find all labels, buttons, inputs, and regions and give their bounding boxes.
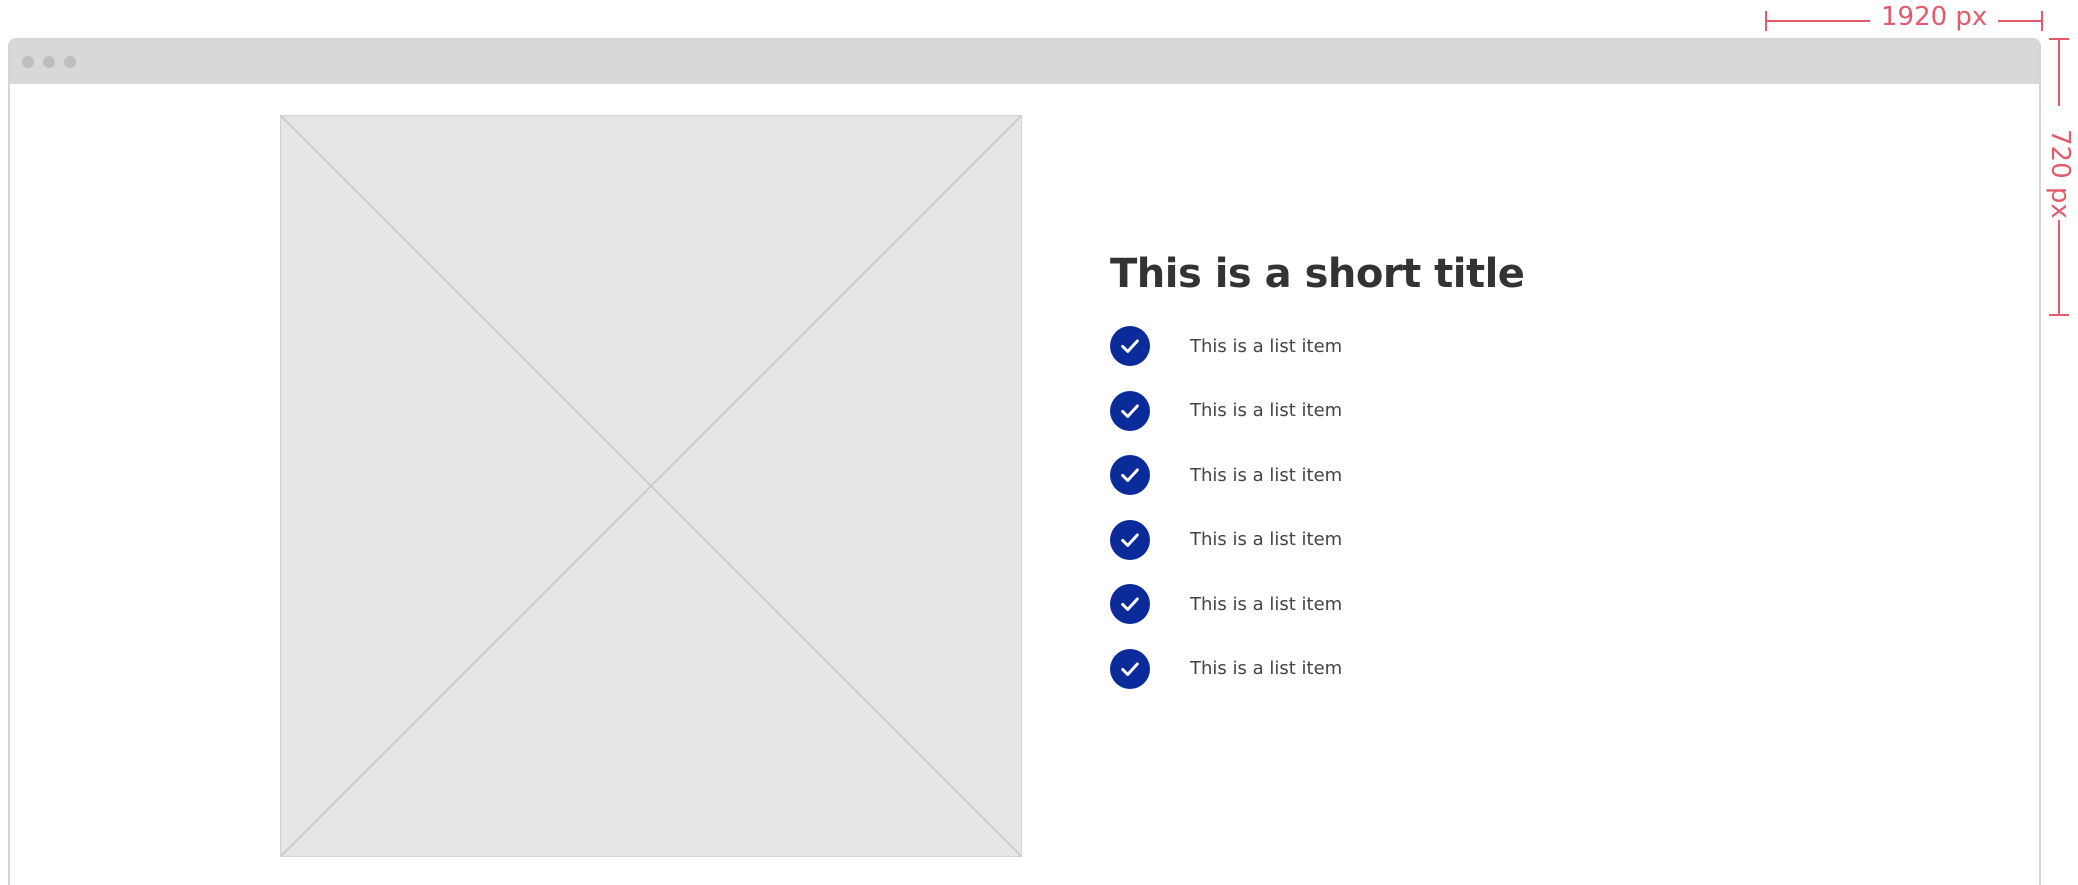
list-item-label: This is a list item [1190, 400, 1343, 421]
list-item: This is a list item [1110, 648, 1810, 689]
list-item: This is a list item [1110, 390, 1810, 431]
dimension-line [2058, 220, 2060, 316]
window-control-dot[interactable] [64, 56, 76, 68]
list-item-label: This is a list item [1190, 658, 1343, 679]
check-circle-icon [1110, 455, 1150, 495]
window-control-dot[interactable] [43, 56, 55, 68]
list-item-label: This is a list item [1190, 335, 1343, 357]
page-title: This is a short title [1110, 251, 1525, 297]
list-item: This is a list item [1110, 326, 1810, 366]
check-circle-icon [1110, 648, 1150, 689]
image-placeholder [280, 115, 1022, 857]
list-item: This is a list item [1110, 519, 1810, 560]
list-item-label: This is a list item [1190, 464, 1343, 486]
height-dimension-annotation: 720 px [2045, 38, 2075, 316]
check-circle-icon [1110, 519, 1150, 560]
height-label: 720 px [2045, 129, 2075, 219]
dimension-line [1998, 20, 2043, 22]
feature-list: This is a list item This is a list item … [1110, 326, 1810, 689]
list-item-label: This is a list item [1190, 593, 1343, 615]
dimension-line [1765, 20, 1870, 22]
width-label: 1920 px [1881, 2, 1988, 32]
width-dimension-annotation: 1920 px [1765, 2, 2043, 36]
placeholder-cross-icon [281, 116, 1021, 856]
browser-title-bar [10, 40, 2039, 84]
check-circle-icon [1110, 584, 1150, 624]
dimension-tick [2049, 314, 2069, 316]
dimension-line [2058, 38, 2060, 106]
content-section: This is a short title This is a list ite… [1110, 248, 1810, 713]
list-item: This is a list item [1110, 455, 1810, 495]
check-circle-icon [1110, 326, 1150, 366]
browser-window: This is a short title This is a list ite… [8, 38, 2041, 885]
dimension-tick [2041, 11, 2043, 31]
check-circle-icon [1110, 390, 1150, 431]
list-item: This is a list item [1110, 584, 1810, 624]
list-item-label: This is a list item [1190, 529, 1343, 550]
window-control-dot[interactable] [22, 56, 34, 68]
